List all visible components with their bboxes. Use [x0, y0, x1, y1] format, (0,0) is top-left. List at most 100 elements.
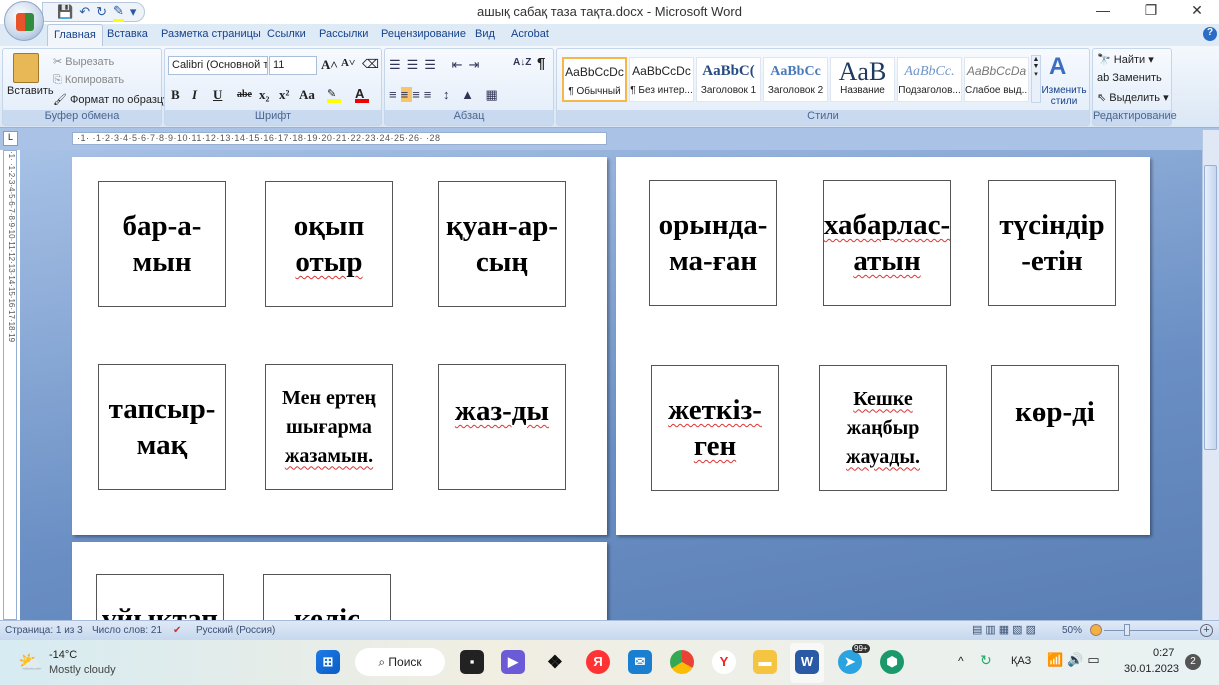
teams-icon[interactable]: ▶: [501, 650, 525, 674]
word-card[interactable]: жеткіз-ген: [651, 365, 779, 491]
start-button[interactable]: ⊞: [316, 650, 340, 674]
paste-button[interactable]: Вставить: [7, 85, 54, 97]
sentence-card[interactable]: Мен ертең шығарма жазамын.: [265, 364, 393, 490]
style-normal[interactable]: AaBbCcDc ¶ Обычный: [562, 57, 627, 102]
page-1[interactable]: бар-а-мын оқып отыр қуан-ар-сың тапсыр-ма…: [72, 157, 607, 535]
restore-button[interactable]: ❐: [1128, 2, 1174, 22]
weather-temp[interactable]: -14°C: [49, 649, 77, 661]
word-card[interactable]: қуан-ар-сың: [438, 181, 566, 307]
undo-icon[interactable]: ↶: [79, 4, 90, 20]
tab-review[interactable]: Рецензирование: [381, 28, 466, 40]
italic-button[interactable]: I: [192, 87, 197, 106]
word-card[interactable]: оқып отыр: [265, 181, 393, 307]
tab-selector[interactable]: L: [3, 131, 18, 146]
customize-qat-icon[interactable]: ▾: [130, 4, 137, 20]
sentence-card[interactable]: Кешке жаңбыр жауады.: [819, 365, 947, 491]
word-card[interactable]: түсіндір -етін: [988, 180, 1116, 306]
page-3[interactable]: үйықтап келіс: [72, 542, 607, 620]
paste-icon[interactable]: [13, 53, 39, 83]
font-name-select[interactable]: Calibri (Основной те: [168, 56, 268, 75]
font-color-button[interactable]: A: [355, 86, 369, 103]
network-sound-battery-icons[interactable]: 📶🔊▭: [1047, 652, 1104, 668]
align-buttons[interactable]: ≡≡≡≡ ↕ ▲ ▦: [389, 87, 502, 103]
bold-button[interactable]: B: [171, 87, 180, 106]
list-buttons[interactable]: ☰☰☰ ⇤⇥: [389, 57, 485, 73]
clock-date[interactable]: 30.01.2023: [1124, 663, 1179, 675]
search-button[interactable]: ⌕ Поиск: [355, 648, 445, 676]
zoom-out-button[interactable]: [1090, 624, 1102, 636]
app-icon[interactable]: ⬢: [880, 650, 904, 674]
word-card[interactable]: жаз-ды: [438, 364, 566, 490]
styles-scroll[interactable]: ▲ ▼ ▾: [1031, 55, 1041, 103]
task-view-icon[interactable]: ▪: [460, 650, 484, 674]
grow-font-button[interactable]: A˄: [321, 57, 338, 76]
show-marks-button[interactable]: ¶: [537, 55, 545, 72]
yandex-browser-icon[interactable]: Y: [712, 650, 736, 674]
replace-button[interactable]: ab Заменить: [1097, 72, 1162, 84]
highlight-color-button[interactable]: ✎: [327, 87, 341, 103]
find-button[interactable]: 🔭 Найти ▾: [1097, 53, 1154, 66]
page-2[interactable]: орында-ма-ған хабарлас-атын түсіндір -еті…: [616, 157, 1150, 535]
tab-view[interactable]: Вид: [475, 28, 495, 40]
underline-button[interactable]: U: [213, 87, 222, 106]
scrollbar-thumb[interactable]: [1204, 165, 1217, 450]
clear-format-icon[interactable]: ⌫: [362, 57, 379, 71]
highlight-icon[interactable]: ✎: [113, 3, 124, 22]
language[interactable]: Русский (Россия): [196, 625, 275, 636]
word-card[interactable]: тапсыр-мақ: [98, 364, 226, 490]
style-title[interactable]: AaB Название: [830, 57, 895, 102]
cut-button[interactable]: ✂ Вырезать: [53, 55, 114, 68]
sort-button[interactable]: A↓Z: [513, 57, 531, 68]
close-button[interactable]: ✕: [1174, 2, 1219, 22]
mail-icon[interactable]: ✉: [628, 650, 652, 674]
zoom-level[interactable]: 50%: [1062, 625, 1082, 636]
zoom-slider[interactable]: [1104, 630, 1198, 631]
clock-time[interactable]: 0:27: [1153, 647, 1174, 659]
tab-mailings[interactable]: Рассылки: [319, 28, 368, 40]
word-icon[interactable]: W: [795, 650, 819, 674]
tab-page-layout[interactable]: Разметка страницы: [161, 28, 261, 40]
zoom-slider-handle[interactable]: [1124, 624, 1130, 636]
style-heading1[interactable]: AaBbC(Заголовок 1: [696, 57, 761, 102]
format-painter-button[interactable]: 🖌 Формат по образцу: [53, 93, 169, 106]
word-count[interactable]: Число слов: 21: [92, 625, 162, 636]
tab-insert[interactable]: Вставка: [107, 28, 148, 40]
style-subtle-emphasis[interactable]: AaBbCcDa Слабое выд...: [964, 57, 1029, 102]
subscript-button[interactable]: x₂: [259, 87, 269, 106]
shrink-font-button[interactable]: A˅: [341, 57, 355, 76]
proofing-icon[interactable]: ✔: [173, 625, 181, 636]
view-buttons[interactable]: ▤▥▦▧▨: [972, 623, 1039, 636]
vertical-ruler[interactable]: ·1· ·1·2·3·4·5·6·7·8·9·10·11·12·13·14·15…: [3, 150, 17, 620]
superscript-button[interactable]: x²: [279, 87, 289, 106]
style-no-spacing[interactable]: AaBbCcDc ¶ Без интер...: [629, 57, 694, 102]
word-card[interactable]: көр-ді: [991, 365, 1119, 491]
redo-icon[interactable]: ↻: [96, 4, 107, 20]
save-icon[interactable]: 💾: [57, 4, 73, 20]
tab-home[interactable]: Главная: [47, 24, 103, 46]
change-styles-icon[interactable]: A: [1049, 53, 1066, 81]
change-case-button[interactable]: Aa: [299, 87, 315, 106]
style-heading2[interactable]: AaBbCc Заголовок 2: [763, 57, 828, 102]
style-subtitle[interactable]: AaBbCc. Подзаголов...: [897, 57, 962, 102]
yandex-icon[interactable]: Я: [586, 650, 610, 674]
show-hidden-icons[interactable]: ^: [958, 654, 964, 668]
word-card[interactable]: орында-ма-ған: [649, 180, 777, 306]
word-card[interactable]: бар-а-мын: [98, 181, 226, 307]
tab-references[interactable]: Ссылки: [267, 28, 306, 40]
chrome-icon[interactable]: [670, 650, 694, 674]
office-button[interactable]: [4, 1, 44, 41]
change-styles-button[interactable]: Изменить стили: [1041, 85, 1087, 107]
minimize-button[interactable]: —: [1080, 2, 1126, 22]
word-card[interactable]: келіс: [263, 574, 391, 620]
zoom-in-button[interactable]: +: [1200, 624, 1213, 637]
notification-badge[interactable]: 2: [1185, 654, 1201, 670]
file-explorer-icon[interactable]: ▬: [753, 650, 777, 674]
telegram-icon[interactable]: ➤: [838, 650, 862, 674]
horizontal-ruler[interactable]: ·1· ·1·2·3·4·5·6·7·8·9·10·11·12·13·14·15…: [72, 132, 607, 145]
sync-icon[interactable]: ↻: [980, 652, 992, 669]
word-card[interactable]: үйықтап: [96, 574, 224, 620]
copy-button[interactable]: ⎘ Копировать: [53, 74, 124, 87]
weather-desc[interactable]: Mostly cloudy: [49, 664, 116, 676]
input-language[interactable]: ҚАЗ: [1011, 655, 1031, 667]
help-icon[interactable]: ?: [1203, 27, 1217, 41]
